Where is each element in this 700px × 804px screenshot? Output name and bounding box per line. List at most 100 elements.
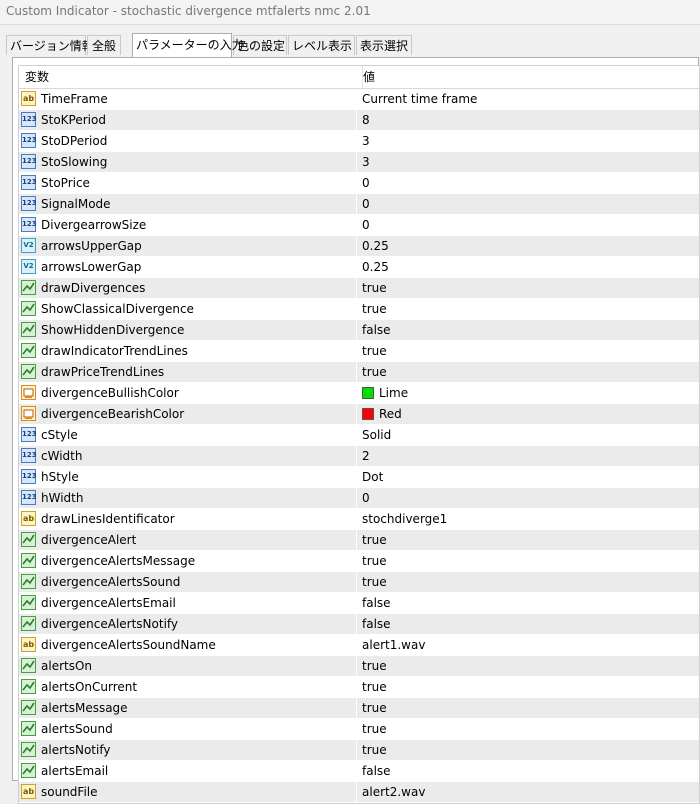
- parameter-row[interactable]: 123 hWidth 0: [19, 488, 699, 509]
- parameter-value-cell[interactable]: true: [357, 656, 697, 676]
- tab-general[interactable]: 全般: [87, 35, 121, 55]
- parameter-value-cell[interactable]: 0: [357, 173, 697, 193]
- parameter-row[interactable]: drawIndicatorTrendLines true: [19, 341, 699, 362]
- parameter-value-cell[interactable]: alert2.wav: [357, 782, 697, 802]
- parameter-name-cell[interactable]: divergenceBearishColor: [19, 404, 357, 424]
- parameter-row[interactable]: 123 StoDPeriod 3: [19, 131, 699, 152]
- tab-input-parameters[interactable]: パラメーターの入力: [132, 33, 244, 57]
- parameter-row[interactable]: 123 StoKPeriod 8: [19, 110, 699, 131]
- parameter-name-cell[interactable]: V2 arrowsLowerGap: [19, 257, 357, 277]
- parameter-value-cell[interactable]: Red: [357, 404, 697, 424]
- parameter-row[interactable]: 123 hStyle Dot: [19, 467, 699, 488]
- parameter-name-cell[interactable]: divergenceAlertsMessage: [19, 551, 357, 571]
- parameter-name-cell[interactable]: ab drawLinesIdentificator: [19, 509, 357, 529]
- parameter-name-cell[interactable]: 123 SignalMode: [19, 194, 357, 214]
- parameter-name-cell[interactable]: drawPriceTrendLines: [19, 362, 357, 382]
- parameter-name-cell[interactable]: alertsNotify: [19, 740, 357, 760]
- parameter-value-cell[interactable]: true: [357, 362, 697, 382]
- parameter-value-cell[interactable]: 0.25: [357, 257, 697, 277]
- parameter-row[interactable]: ab drawLinesIdentificator stochdiverge1: [19, 509, 699, 530]
- parameter-name-cell[interactable]: divergenceAlert: [19, 530, 357, 550]
- parameter-value-cell[interactable]: 3: [357, 152, 697, 172]
- parameter-name-cell[interactable]: divergenceBullishColor: [19, 383, 357, 403]
- parameter-value-cell[interactable]: 8: [357, 110, 697, 130]
- parameter-row[interactable]: 123 StoSlowing 3: [19, 152, 699, 173]
- parameter-row[interactable]: V2 arrowsUpperGap 0.25: [19, 236, 699, 257]
- parameter-row[interactable]: ab divergenceAlertsSoundName alert1.wav: [19, 635, 699, 656]
- parameter-row[interactable]: alertsOn true: [19, 656, 699, 677]
- parameter-row[interactable]: alertsOnCurrent true: [19, 677, 699, 698]
- parameter-value-cell[interactable]: true: [357, 341, 697, 361]
- parameter-name-cell[interactable]: ShowClassicalDivergence: [19, 299, 357, 319]
- parameter-value-cell[interactable]: true: [357, 740, 697, 760]
- parameter-value-cell[interactable]: true: [357, 677, 697, 697]
- parameter-value-cell[interactable]: stochdiverge1: [357, 509, 697, 529]
- parameter-row[interactable]: 123 StoPrice 0: [19, 173, 699, 194]
- parameter-value-cell[interactable]: alert1.wav: [357, 635, 697, 655]
- parameter-value-cell[interactable]: true: [357, 551, 697, 571]
- parameter-row[interactable]: 123 cWidth 2: [19, 446, 699, 467]
- parameter-row[interactable]: divergenceAlertsSound true: [19, 572, 699, 593]
- parameter-name-cell[interactable]: ab TimeFrame: [19, 89, 357, 109]
- parameter-row[interactable]: ShowClassicalDivergence true: [19, 299, 699, 320]
- parameter-row[interactable]: alertsMessage true: [19, 698, 699, 719]
- parameter-row[interactable]: divergenceAlertsNotify false: [19, 614, 699, 635]
- parameter-name-cell[interactable]: 123 hWidth: [19, 488, 357, 508]
- parameter-name-cell[interactable]: ab soundFile: [19, 782, 357, 802]
- parameter-name-cell[interactable]: alertsOnCurrent: [19, 677, 357, 697]
- parameter-row[interactable]: ShowHiddenDivergence false: [19, 320, 699, 341]
- parameter-row[interactable]: V2 arrowsLowerGap 0.25: [19, 257, 699, 278]
- parameter-row[interactable]: 123 SignalMode 0: [19, 194, 699, 215]
- parameter-name-cell[interactable]: drawDivergences: [19, 278, 357, 298]
- parameter-value-cell[interactable]: true: [357, 299, 697, 319]
- parameter-value-cell[interactable]: Solid: [357, 425, 697, 445]
- parameter-name-cell[interactable]: 123 StoSlowing: [19, 152, 357, 172]
- tab-version-info[interactable]: バージョン情報: [6, 35, 94, 55]
- parameter-value-cell[interactable]: false: [357, 614, 697, 634]
- parameter-name-cell[interactable]: alertsSound: [19, 719, 357, 739]
- parameter-name-cell[interactable]: divergenceAlertsSound: [19, 572, 357, 592]
- parameter-name-cell[interactable]: 123 StoDPeriod: [19, 131, 357, 151]
- tab-levels[interactable]: レベル表示: [288, 35, 355, 55]
- parameter-row[interactable]: divergenceAlert true: [19, 530, 699, 551]
- parameter-value-cell[interactable]: false: [357, 761, 697, 781]
- parameter-value-cell[interactable]: 2: [357, 446, 697, 466]
- header-variable[interactable]: 変数: [19, 66, 363, 88]
- parameter-name-cell[interactable]: 123 hStyle: [19, 467, 357, 487]
- parameter-name-cell[interactable]: ShowHiddenDivergence: [19, 320, 357, 340]
- parameter-row[interactable]: drawPriceTrendLines true: [19, 362, 699, 383]
- parameter-name-cell[interactable]: ab divergenceAlertsSoundName: [19, 635, 357, 655]
- parameter-name-cell[interactable]: divergenceAlertsEmail: [19, 593, 357, 613]
- parameter-row[interactable]: alertsNotify true: [19, 740, 699, 761]
- parameter-row[interactable]: 123 cStyle Solid: [19, 425, 699, 446]
- parameter-name-cell[interactable]: alertsMessage: [19, 698, 357, 718]
- tab-visualization[interactable]: 表示選択: [356, 35, 412, 55]
- parameter-row[interactable]: divergenceAlertsEmail false: [19, 593, 699, 614]
- parameter-name-cell[interactable]: alertsEmail: [19, 761, 357, 781]
- header-value[interactable]: 値: [357, 66, 700, 88]
- parameter-value-cell[interactable]: false: [357, 593, 697, 613]
- parameter-name-cell[interactable]: alertsOn: [19, 656, 357, 676]
- parameter-value-cell[interactable]: 0: [357, 194, 697, 214]
- parameter-name-cell[interactable]: drawIndicatorTrendLines: [19, 341, 357, 361]
- parameter-row[interactable]: divergenceBearishColor Red: [19, 404, 699, 425]
- parameter-value-cell[interactable]: 0.25: [357, 236, 697, 256]
- parameter-value-cell[interactable]: 0: [357, 488, 697, 508]
- parameter-value-cell[interactable]: true: [357, 719, 697, 739]
- parameter-value-cell[interactable]: true: [357, 698, 697, 718]
- parameter-row[interactable]: alertsSound true: [19, 719, 699, 740]
- parameter-value-cell[interactable]: Current time frame: [357, 89, 697, 109]
- parameter-name-cell[interactable]: 123 cWidth: [19, 446, 357, 466]
- parameter-value-cell[interactable]: true: [357, 530, 697, 550]
- parameter-row[interactable]: divergenceBullishColor Lime: [19, 383, 699, 404]
- parameter-value-cell[interactable]: 0: [357, 215, 697, 235]
- parameter-value-cell[interactable]: true: [357, 572, 697, 592]
- parameter-value-cell[interactable]: 3: [357, 131, 697, 151]
- parameter-row[interactable]: ab TimeFrame Current time frame: [19, 89, 699, 110]
- parameter-row[interactable]: 123 DivergearrowSize 0: [19, 215, 699, 236]
- parameter-row[interactable]: divergenceAlertsMessage true: [19, 551, 699, 572]
- parameter-row[interactable]: alertsEmail false: [19, 761, 699, 782]
- parameter-value-cell[interactable]: false: [357, 320, 697, 340]
- parameter-row[interactable]: ab soundFile alert2.wav: [19, 782, 699, 803]
- parameter-name-cell[interactable]: divergenceAlertsNotify: [19, 614, 357, 634]
